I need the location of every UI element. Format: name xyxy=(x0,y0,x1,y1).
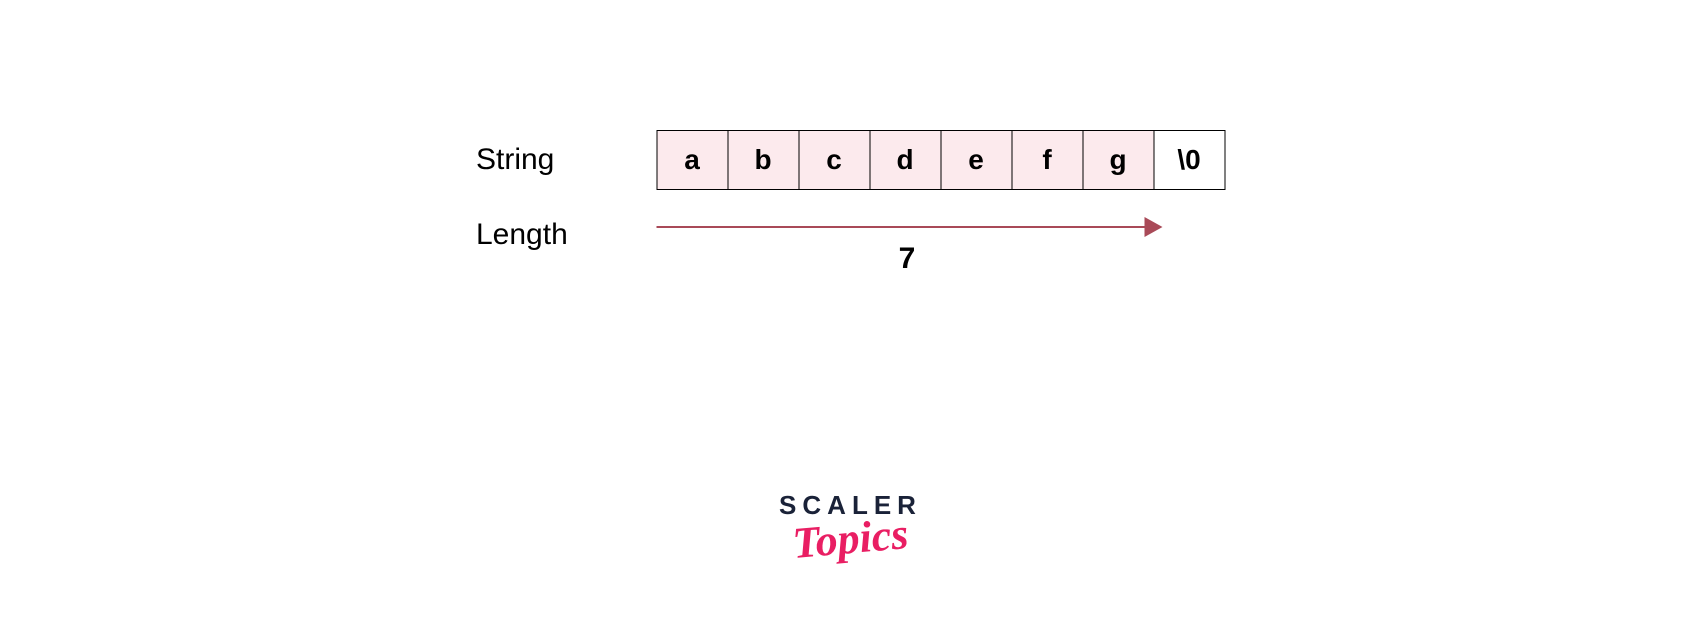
cell-2: c xyxy=(798,130,870,190)
string-row: String a b c d e f g \0 xyxy=(476,130,1225,190)
cell-4: e xyxy=(940,130,1012,190)
cell-5: f xyxy=(1011,130,1083,190)
length-row: Length 7 xyxy=(476,218,1225,268)
arrow-head-icon xyxy=(1144,217,1162,237)
scaler-logo: SCALER Topics xyxy=(779,490,922,564)
cell-null: \0 xyxy=(1153,130,1225,190)
cell-1: b xyxy=(727,130,799,190)
cell-0: a xyxy=(656,130,728,190)
logo-bottom-text: Topics xyxy=(791,508,911,569)
string-label: String xyxy=(476,143,656,177)
length-arrow: 7 xyxy=(656,218,1158,268)
length-label: Length xyxy=(476,218,656,252)
length-value: 7 xyxy=(899,242,916,276)
string-cells: a b c d e f g \0 xyxy=(656,130,1225,190)
arrow-line xyxy=(656,226,1146,228)
cell-6: g xyxy=(1082,130,1154,190)
cell-3: d xyxy=(869,130,941,190)
diagram-content: String a b c d e f g \0 Length 7 xyxy=(476,130,1225,268)
